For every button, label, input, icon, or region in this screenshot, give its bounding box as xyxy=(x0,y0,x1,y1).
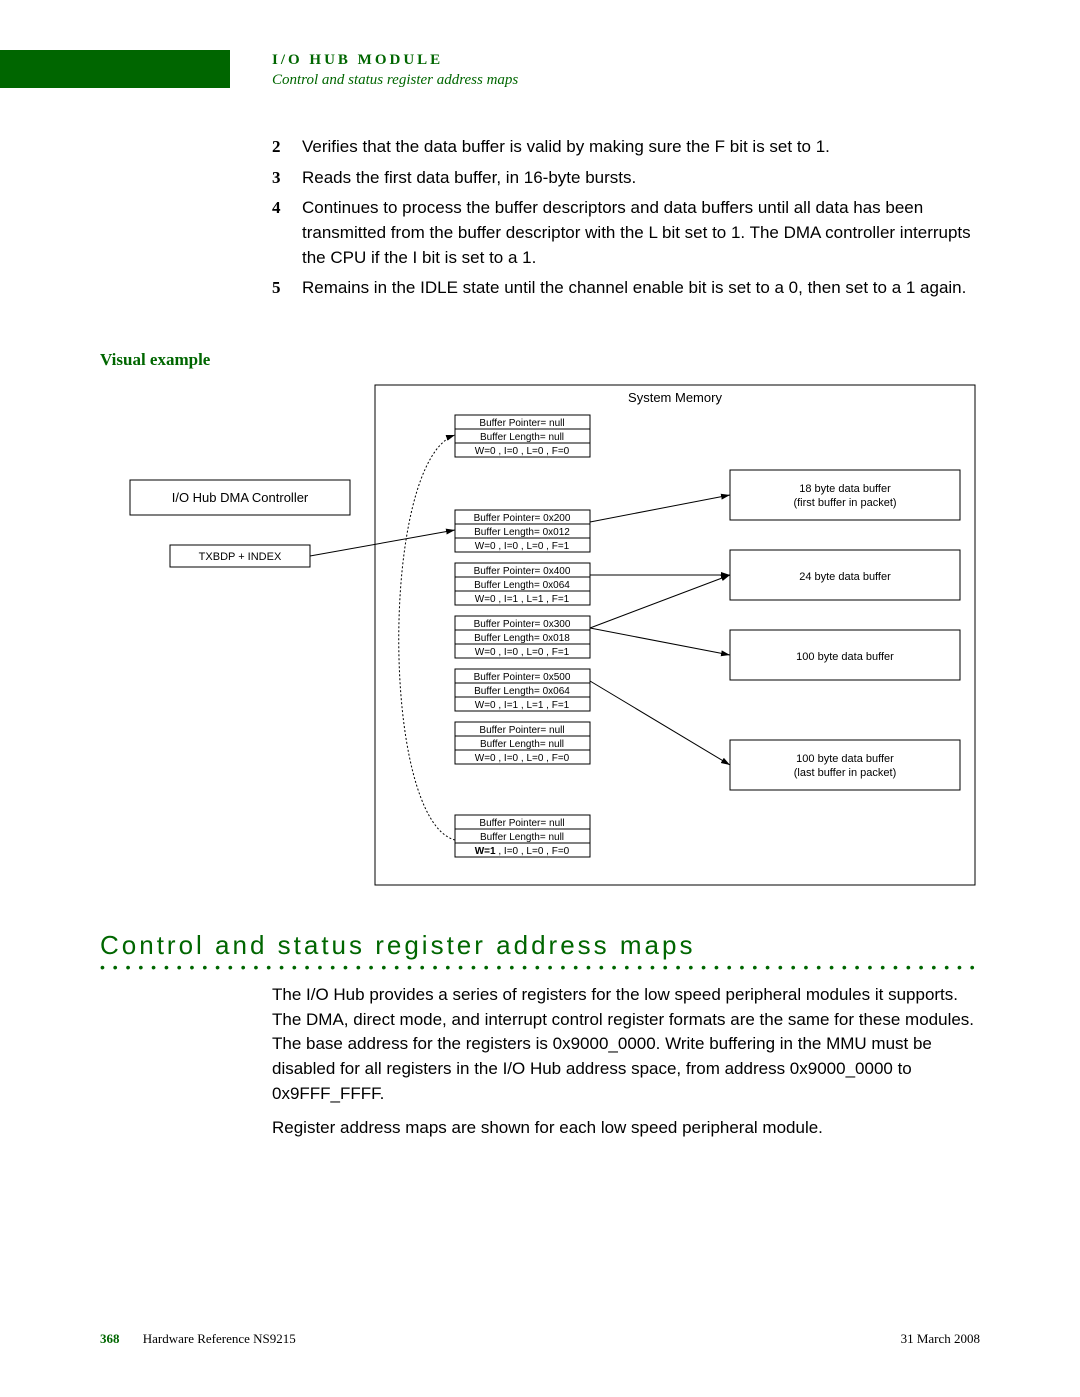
svg-text:Buffer Length= 0x064: Buffer Length= 0x064 xyxy=(474,580,570,591)
svg-text:W=0 , I=0 , L=0 , F=0: W=0 , I=0 , L=0 , F=0 xyxy=(475,446,570,457)
svg-text:W=1 , I=0 , L=0 , F=0: W=1 , I=0 , L=0 , F=0 xyxy=(475,846,570,857)
step-number: 2 xyxy=(272,135,302,160)
svg-text:Buffer Length= 0x064: Buffer Length= 0x064 xyxy=(474,686,570,697)
step-row: 3Reads the first data buffer, in 16-byte… xyxy=(272,166,980,191)
header-chapter: I/O HUB MODULE xyxy=(272,52,443,69)
step-number: 5 xyxy=(272,276,302,301)
page-number: 368 xyxy=(100,1331,120,1346)
svg-text:Buffer Length= null: Buffer Length= null xyxy=(480,832,564,843)
svg-text:Buffer Pointer= 0x500: Buffer Pointer= 0x500 xyxy=(474,672,571,683)
step-text: Reads the first data buffer, in 16-byte … xyxy=(302,166,980,191)
svg-text:Buffer Pointer= 0x400: Buffer Pointer= 0x400 xyxy=(474,566,571,577)
svg-text:Buffer Pointer= 0x200: Buffer Pointer= 0x200 xyxy=(474,513,571,524)
section-paragraph-2: Register address maps are shown for each… xyxy=(272,1116,980,1141)
step-text: Remains in the IDLE state until the chan… xyxy=(302,276,980,301)
doc-title: Hardware Reference NS9215 xyxy=(143,1331,296,1346)
svg-text:W=0 , I=0 , L=0 , F=1: W=0 , I=0 , L=0 , F=1 xyxy=(475,541,570,552)
svg-text:Buffer Pointer= null: Buffer Pointer= null xyxy=(479,818,564,829)
page-footer: 368 Hardware Reference NS9215 31 March 2… xyxy=(100,1331,980,1347)
svg-text:Buffer Length= null: Buffer Length= null xyxy=(480,739,564,750)
section-divider-dots: • • • • • • • • • • • • • • • • • • • • … xyxy=(100,963,980,971)
step-number: 4 xyxy=(272,196,302,270)
svg-text:Buffer Length= 0x012: Buffer Length= 0x012 xyxy=(474,527,570,538)
step-row: 5Remains in the IDLE state until the cha… xyxy=(272,276,980,301)
svg-text:Buffer Length= null: Buffer Length= null xyxy=(480,432,564,443)
page: I/O HUB MODULE Control and status regist… xyxy=(0,0,1080,1397)
svg-text:(first buffer in packet): (first buffer in packet) xyxy=(793,497,896,509)
svg-text:24 byte data buffer: 24 byte data buffer xyxy=(799,571,891,583)
svg-text:18 byte data buffer: 18 byte data buffer xyxy=(799,483,891,495)
section-title: Control and status register address maps xyxy=(100,930,980,961)
svg-text:TXBDP + INDEX: TXBDP + INDEX xyxy=(199,551,282,563)
step-row: 4Continues to process the buffer descrip… xyxy=(272,196,980,270)
svg-text:(last buffer in packet): (last buffer in packet) xyxy=(794,767,897,779)
header-green-bar xyxy=(0,50,230,88)
svg-text:Buffer Pointer= 0x300: Buffer Pointer= 0x300 xyxy=(474,619,571,630)
svg-text:100 byte data buffer: 100 byte data buffer xyxy=(796,753,894,765)
step-number: 3 xyxy=(272,166,302,191)
svg-text:W=0 , I=0 , L=0 , F=0: W=0 , I=0 , L=0 , F=0 xyxy=(475,753,570,764)
section-control-status: Control and status register address maps… xyxy=(100,930,980,1151)
svg-text:I/O Hub DMA Controller: I/O Hub DMA Controller xyxy=(172,490,309,505)
svg-text:Buffer Pointer= null: Buffer Pointer= null xyxy=(479,725,564,736)
footer-date: 31 March 2008 xyxy=(901,1331,980,1347)
header-subtitle: Control and status register address maps xyxy=(272,72,518,89)
svg-text:System Memory: System Memory xyxy=(628,390,722,405)
svg-text:W=0 , I=1 , L=1 , F=1: W=0 , I=1 , L=1 , F=1 xyxy=(475,594,570,605)
svg-text:W=0 , I=0 , L=0 , F=1: W=0 , I=0 , L=0 , F=1 xyxy=(475,647,570,658)
svg-text:Buffer Length= 0x018: Buffer Length= 0x018 xyxy=(474,633,570,644)
step-text: Verifies that the data buffer is valid b… xyxy=(302,135,980,160)
step-text: Continues to process the buffer descript… xyxy=(302,196,980,270)
step-row: 2Verifies that the data buffer is valid … xyxy=(272,135,980,160)
visual-example-heading: Visual example xyxy=(100,350,210,370)
svg-text:100 byte data buffer: 100 byte data buffer xyxy=(796,651,894,663)
numbered-steps: 2Verifies that the data buffer is valid … xyxy=(272,135,980,307)
svg-text:W=0 , I=1 , L=1 , F=1: W=0 , I=1 , L=1 , F=1 xyxy=(475,700,570,711)
section-paragraph-1: The I/O Hub provides a series of registe… xyxy=(272,983,980,1106)
svg-text:Buffer Pointer= null: Buffer Pointer= null xyxy=(479,418,564,429)
diagram: System Memory I/O Hub DMA Controller TXB… xyxy=(100,380,980,890)
